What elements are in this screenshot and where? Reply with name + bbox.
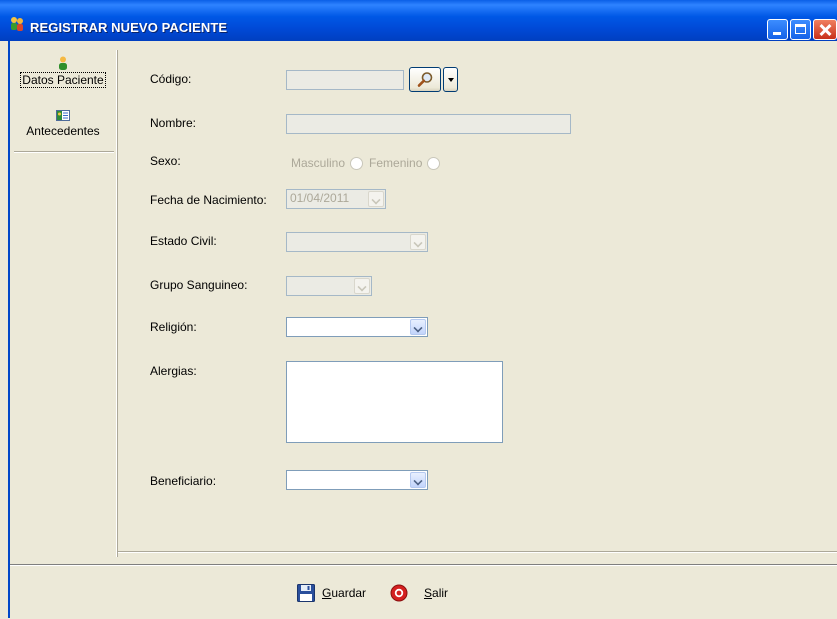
- sidebar-item-datos-paciente[interactable]: Datos Paciente: [10, 56, 116, 88]
- guardar-button[interactable]: Guardar: [297, 584, 366, 602]
- beneficiario-label: Beneficiario:: [150, 474, 217, 488]
- exit-icon: [390, 584, 408, 602]
- sexo-radio-group: Masculino Femenino: [291, 156, 446, 171]
- patients-icon: [11, 17, 23, 31]
- chevron-down-icon[interactable]: [410, 234, 426, 250]
- fecha-nacimiento-label: Fecha de Nacimiento:: [150, 193, 267, 207]
- sidebar-item-label: Datos Paciente: [20, 72, 106, 88]
- religion-select[interactable]: [286, 317, 428, 337]
- chevron-down-icon[interactable]: [410, 319, 426, 335]
- guardar-label: Guardar: [322, 586, 367, 600]
- religion-label: Religión:: [150, 320, 197, 334]
- sidebar-divider: [14, 151, 114, 153]
- magnifier-icon: [417, 72, 433, 87]
- chevron-down-icon[interactable]: [368, 191, 384, 207]
- form-divider-highlight: [118, 552, 837, 553]
- estado-civil-select[interactable]: [286, 232, 428, 252]
- card-icon: [56, 110, 70, 121]
- nombre-field[interactable]: [286, 114, 571, 134]
- floppy-disk-icon: [297, 584, 315, 602]
- search-button[interactable]: [409, 67, 441, 92]
- salir-button[interactable]: Salir: [390, 584, 448, 602]
- chevron-down-icon[interactable]: [354, 278, 370, 294]
- title-bar[interactable]: REGISTRAR NUEVO PACIENTE: [0, 0, 837, 41]
- alergias-label: Alergias:: [150, 364, 197, 378]
- femenino-label: Femenino: [369, 156, 423, 170]
- person-icon: [59, 56, 67, 70]
- chevron-down-icon[interactable]: [410, 472, 426, 488]
- grupo-sanguineo-select[interactable]: [286, 276, 372, 296]
- minimize-button[interactable]: [767, 19, 788, 40]
- codigo-field[interactable]: [286, 70, 404, 90]
- fecha-nacimiento-picker[interactable]: 01/04/2011: [286, 189, 386, 209]
- grupo-sanguineo-label: Grupo Sanguineo:: [150, 278, 248, 292]
- window-title: REGISTRAR NUEVO PACIENTE: [30, 20, 228, 35]
- close-button[interactable]: [813, 19, 837, 40]
- sidebar-nav: Datos Paciente Antecedentes: [10, 50, 117, 557]
- alergias-textarea[interactable]: [286, 361, 503, 443]
- salir-label: Salir: [424, 586, 449, 600]
- beneficiario-select[interactable]: [286, 470, 428, 490]
- masculino-radio[interactable]: [350, 157, 364, 171]
- nombre-label: Nombre:: [150, 116, 197, 130]
- maximize-button[interactable]: [790, 19, 811, 40]
- search-options-dropdown[interactable]: [443, 67, 458, 92]
- sexo-label: Sexo:: [150, 154, 181, 168]
- sidebar-item-label: Antecedentes: [26, 124, 100, 138]
- fecha-nacimiento-value: 01/04/2011: [290, 191, 350, 205]
- estado-civil-label: Estado Civil:: [150, 234, 217, 248]
- codigo-label: Código:: [150, 72, 192, 86]
- femenino-radio[interactable]: [427, 157, 441, 171]
- masculino-label: Masculino: [291, 156, 346, 170]
- sidebar-item-antecedentes[interactable]: Antecedentes: [10, 108, 116, 138]
